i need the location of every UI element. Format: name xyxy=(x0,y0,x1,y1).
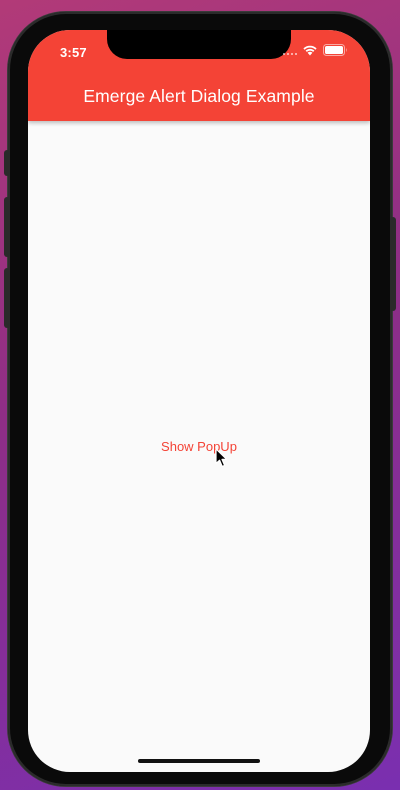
volume-down-button xyxy=(4,268,10,328)
camera-notch xyxy=(107,30,291,59)
wifi-icon xyxy=(303,45,317,56)
app-screen: 3:57 Emerge Alert Dialog Example Show Po… xyxy=(28,30,370,772)
status-time: 3:57 xyxy=(60,45,87,60)
battery-icon xyxy=(323,44,347,56)
signal-dots-icon xyxy=(283,45,297,55)
silent-switch xyxy=(4,150,10,176)
volume-up-button xyxy=(4,197,10,257)
power-button xyxy=(390,217,396,311)
mouse-pointer-icon xyxy=(215,448,228,467)
app-bar-title: Emerge Alert Dialog Example xyxy=(83,86,315,106)
app-bar: 3:57 Emerge Alert Dialog Example xyxy=(28,30,370,121)
status-icons xyxy=(283,44,348,56)
show-popup-button[interactable]: Show PopUp xyxy=(144,428,254,464)
home-indicator[interactable] xyxy=(138,759,260,763)
